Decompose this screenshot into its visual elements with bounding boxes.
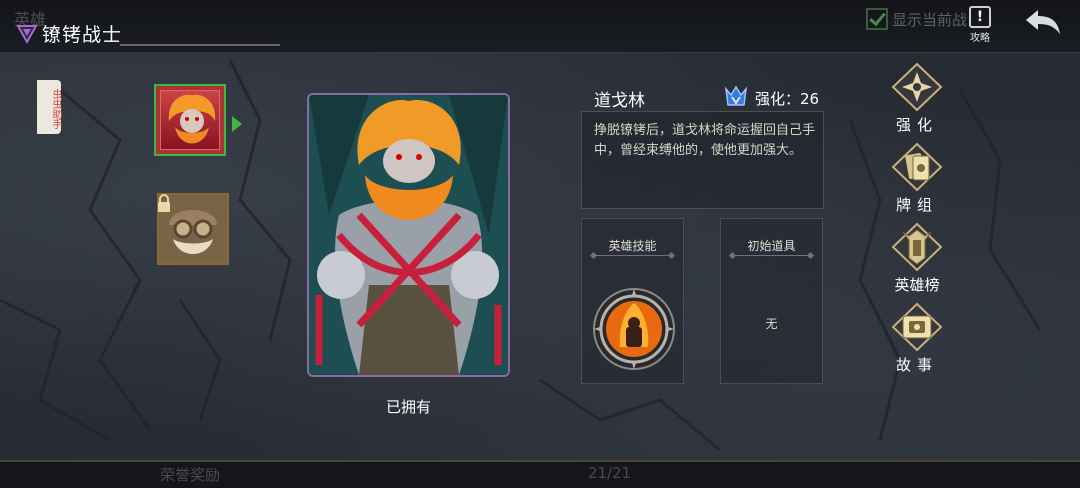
- top-bar: 英雄 镣铐战士 显示当前战 ! 攻略: [0, 0, 1080, 53]
- show-current-checkbox[interactable]: [866, 8, 888, 30]
- title-underline: [120, 44, 280, 46]
- class-emblem-icon: [16, 25, 38, 44]
- helper-tab[interactable]: 虫虫助手: [37, 80, 61, 134]
- deck-icon: [891, 142, 943, 192]
- starting-item-card[interactable]: 初始道具 无: [720, 218, 823, 384]
- menu-story-button[interactable]: 故事: [884, 302, 950, 380]
- menu-leaderboard-button[interactable]: 英雄榜: [884, 222, 950, 300]
- menu-leaderboard-label: 英雄榜: [894, 276, 940, 294]
- guide-label: 攻略: [970, 33, 990, 44]
- show-current-toggle[interactable]: 显示当前战: [866, 8, 967, 30]
- hero-portrait: [307, 93, 510, 377]
- back-arrow-icon[interactable]: [1024, 6, 1064, 36]
- show-current-label: 显示当前战: [892, 10, 968, 29]
- title-group: 镣铐战士: [16, 20, 122, 46]
- hero-skill-icon[interactable]: [592, 287, 676, 371]
- enhance-icon: [891, 62, 943, 112]
- hero-thumb-portrait: [160, 90, 220, 150]
- lock-icon: [158, 194, 170, 212]
- divider: [733, 255, 810, 256]
- honor-rewards-label[interactable]: 荣誉奖励: [160, 464, 220, 485]
- starting-item-title: 初始道具: [747, 239, 796, 253]
- page-count: 21/21: [588, 464, 632, 482]
- hero-skill-card[interactable]: 英雄技能: [581, 218, 684, 384]
- leaderboard-icon: [891, 222, 943, 272]
- starting-item-value: 无: [765, 317, 778, 331]
- menu-enhance-label: 强化: [895, 116, 938, 134]
- hero-description: 挣脱镣铐后，道戈林将命运握回自己手中，曾经束缚他的，使他更加强大。: [594, 123, 816, 158]
- hero-name: 道戈林: [594, 91, 645, 111]
- hero-skill-title: 英雄技能: [608, 239, 657, 253]
- selected-arrow-icon: [232, 116, 242, 132]
- hero-thumb-selected[interactable]: [154, 84, 226, 156]
- enhance-badge-icon: [724, 85, 748, 106]
- owned-status: 已拥有: [385, 398, 431, 416]
- story-icon: [891, 302, 943, 352]
- page-title: 镣铐战士: [42, 23, 123, 46]
- menu-story-label: 故事: [895, 356, 938, 374]
- bottom-bar: 荣誉奖励 21/21: [0, 460, 1080, 488]
- enhance-level: 强化：26: [755, 90, 820, 108]
- menu-enhance-button[interactable]: 强化: [884, 62, 950, 140]
- menu-deck-button[interactable]: 牌组: [884, 142, 950, 220]
- menu-deck-label: 牌组: [895, 196, 938, 214]
- guide-button[interactable]: ! 攻略: [966, 6, 994, 44]
- guide-icon: !: [969, 6, 991, 28]
- divider: [594, 255, 671, 256]
